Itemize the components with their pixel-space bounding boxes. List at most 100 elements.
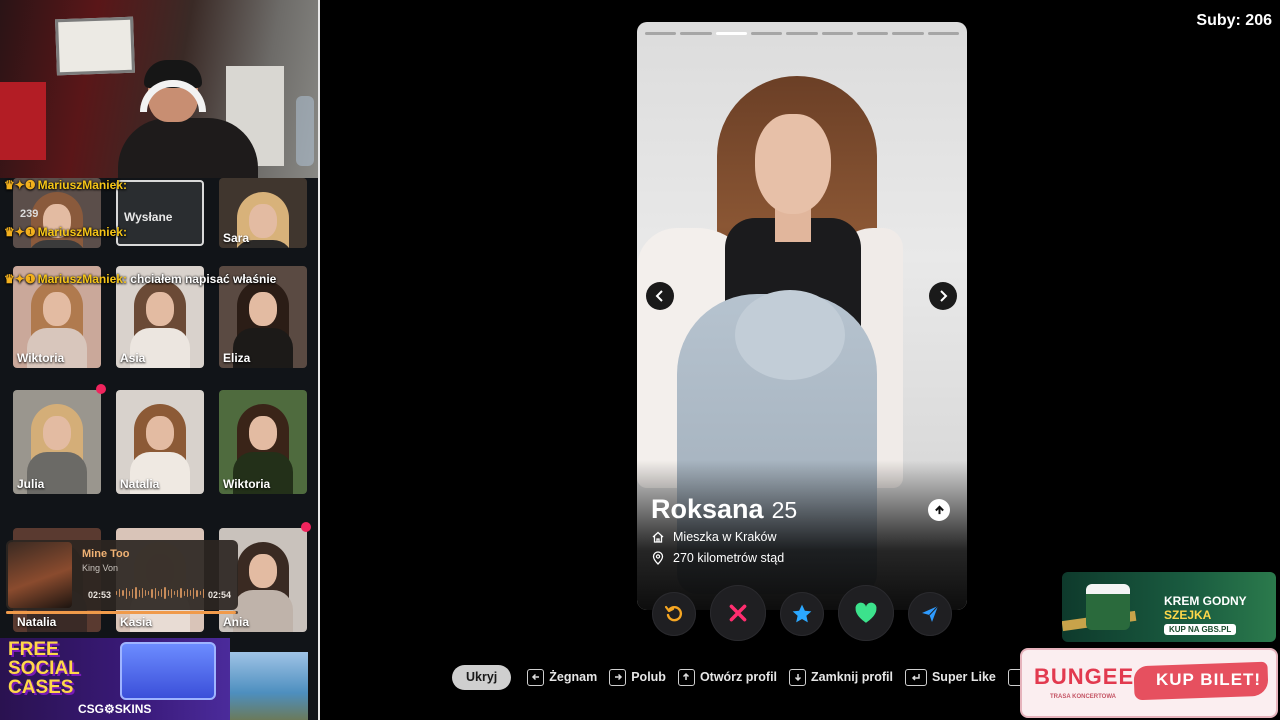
stream-left-panel: Sara Wiktoria Asia Eliza Julia Natalia Wiktori… (0, 0, 320, 720)
heart-icon (855, 602, 877, 623)
water-bottle (296, 96, 314, 166)
match-tile[interactable]: Sara (219, 178, 307, 248)
profile-name-row: Roksana 25 (651, 494, 797, 525)
match-name: Eliza (223, 351, 251, 365)
match-name: Wiktoria (17, 351, 65, 365)
enter-key-icon (904, 668, 927, 686)
buy-ticket-button[interactable]: KUP BILET! (1156, 670, 1261, 690)
ad-cta: KUP NA GBS.PL (1164, 624, 1237, 635)
chat-line: ♛✦❶ MariuszManiek: chciałem napisać właśn… (4, 272, 276, 286)
shortcut-label: Zamknij profil (811, 670, 893, 684)
boost-button[interactable] (908, 592, 952, 636)
match-tile[interactable]: Wiktoria (219, 390, 307, 494)
chat-line: ♛✦❶ MariuszManiek: (4, 178, 127, 192)
arrow-up-icon (934, 504, 944, 514)
close-icon (729, 604, 747, 622)
streamer (118, 60, 258, 178)
webcam-feed (0, 0, 318, 178)
match-count: 239 (20, 208, 39, 220)
star-icon (792, 604, 812, 623)
match-name: Natalia (120, 477, 160, 491)
match-tile[interactable]: Natalia (116, 390, 204, 494)
profile-city: Mieszka w Kraków (651, 530, 777, 544)
match-tile[interactable] (230, 652, 308, 720)
chat-badges: ♛✦❶ (4, 225, 36, 239)
match-name: Kasia (120, 615, 153, 629)
ad-headline: KREM GODNY (1164, 594, 1247, 608)
like-button[interactable] (838, 585, 894, 641)
track-progress (6, 611, 238, 614)
chat-message: chciałem napisać właśnie (130, 272, 277, 286)
open-profile-button[interactable] (928, 499, 950, 521)
waveform (116, 586, 205, 600)
nope-button[interactable] (710, 585, 766, 641)
profile-city-text: Mieszka w Kraków (673, 530, 777, 544)
shortcut-label: Otwórz profil (699, 670, 778, 684)
shortcut-open-profile[interactable]: Otwórz profil (677, 668, 778, 686)
album-cover (8, 542, 72, 608)
chat-badges: ♛✦❶ (4, 178, 36, 192)
rewind-icon (664, 605, 683, 622)
photo-indicator-segment[interactable] (645, 32, 677, 35)
new-match-dot (96, 384, 106, 394)
arrow-down-key-icon (789, 668, 807, 686)
home-icon (652, 531, 664, 543)
cream-jar-image (1086, 584, 1130, 630)
match-name: Ania (223, 615, 250, 629)
shortcut-like[interactable]: Polub (609, 668, 666, 686)
photo-indicator-segment[interactable] (856, 32, 889, 35)
chevron-left-icon (655, 290, 663, 302)
bungee-ad-banner[interactable]: BUNGEE TRASA KONCERTOWA KUP BILET! (1020, 648, 1278, 718)
chat-user: MariuszManiek: (37, 272, 127, 286)
shortcut-close-profile[interactable]: Zamknij profil (789, 668, 893, 686)
bungee-subtitle: TRASA KONCERTOWA (1050, 694, 1116, 700)
photo-indicator-segment[interactable] (750, 32, 783, 35)
bungee-logo: BUNGEE (1034, 664, 1135, 689)
sent-card[interactable]: Wysłane (116, 180, 204, 246)
rewind-button[interactable] (652, 592, 696, 636)
photo-indicator-segment[interactable] (892, 32, 924, 35)
photo-indicator-segment[interactable] (821, 32, 853, 35)
photo-indicator-segment[interactable] (927, 32, 959, 35)
shortcut-nope[interactable]: Żegnam (527, 668, 598, 686)
profile-card[interactable]: Roksana 25 Mieszka w Kraków 270 kilometr… (637, 22, 967, 610)
banner-headline: FREE SOCIAL CASES (8, 639, 80, 698)
arrow-up-key-icon (677, 668, 695, 686)
subs-counter: Suby: 206 (1196, 12, 1272, 29)
super-like-button[interactable] (780, 592, 824, 636)
new-match-dot (301, 522, 311, 532)
track-artist: King Von (82, 563, 119, 573)
match-name: Julia (17, 477, 45, 491)
csg-skins-banner[interactable]: FREE SOCIAL CASES CSG⚙SKINS (0, 638, 230, 720)
profile-name: Roksana (651, 494, 764, 524)
arrow-left-key-icon (527, 668, 545, 686)
match-tile[interactable]: Julia (13, 390, 101, 494)
match-name: Asia (120, 351, 146, 365)
match-name: Sara (223, 231, 250, 245)
send-icon (922, 605, 939, 622)
banner-brand: CSG⚙SKINS (78, 702, 152, 716)
photo-indicator (645, 32, 959, 36)
red-jersey (0, 82, 46, 160)
profile-age: 25 (771, 497, 798, 523)
shortcut-label: Żegnam (549, 670, 598, 684)
prev-photo-button[interactable] (646, 282, 674, 310)
shortcut-super-like[interactable]: Super Like (904, 668, 996, 686)
photo-indicator-segment[interactable] (715, 32, 747, 35)
ad-subheadline: SZEJKA (1164, 608, 1212, 622)
hide-button[interactable]: Ukryj (452, 664, 512, 690)
shortcut-bar: Ukryj Żegnam Polub Otwórz profil Zamknij… (452, 664, 1042, 690)
track-duration: 02:54 (208, 590, 232, 600)
discord-case-image (120, 642, 216, 700)
shortcut-label: Polub (631, 670, 666, 684)
match-name: Natalia (17, 615, 57, 629)
chat-user: MariuszManiek: (37, 178, 127, 192)
photo-indicator-segment[interactable] (786, 32, 818, 35)
track-elapsed: 02:53 (88, 590, 112, 600)
photo-indicator-segment[interactable] (680, 32, 712, 35)
next-photo-button[interactable] (929, 282, 957, 310)
gbs-ad-banner[interactable]: KREM GODNY SZEJKA KUP NA GBS.PL (1062, 572, 1276, 642)
chat-badges: ♛✦❶ (4, 272, 36, 286)
shortcut-label: Super Like (931, 670, 996, 684)
profile-distance-text: 270 kilometrów stąd (673, 551, 785, 565)
